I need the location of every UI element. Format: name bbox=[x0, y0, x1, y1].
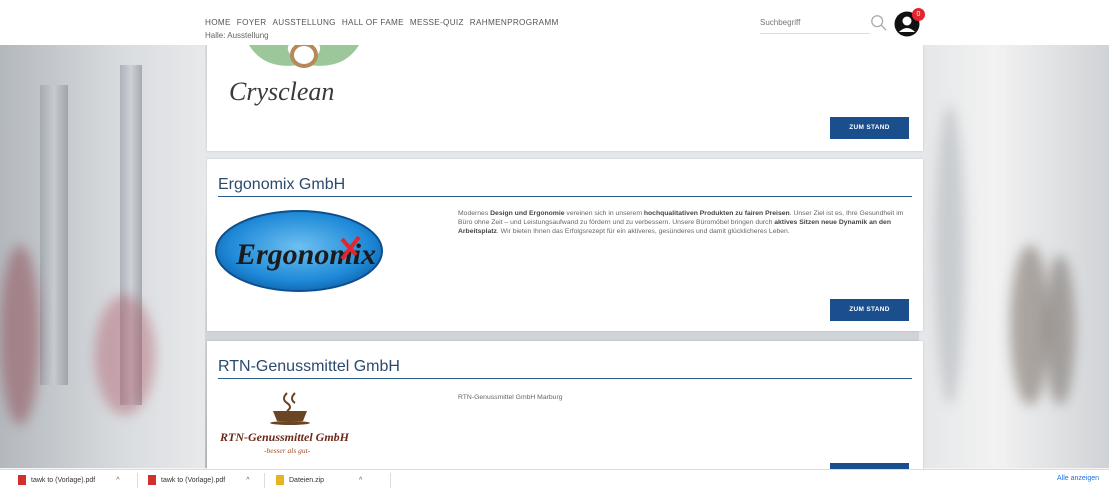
main-nav: HOME FOYER AUSSTELLUNG HALL OF FAME MESS… bbox=[205, 18, 559, 27]
zum-stand-button[interactable]: ZUM STAND bbox=[830, 117, 909, 139]
chevron-up-icon[interactable]: ^ bbox=[359, 477, 362, 484]
crysclean-logo: Crysclean bbox=[229, 45, 359, 106]
download-filename: Dateien.zip bbox=[289, 476, 325, 484]
ergonomix-logo: Ergonomix bbox=[215, 210, 383, 292]
description-highlight: Design und Ergonomie bbox=[490, 210, 565, 217]
nav-rahmenprogramm[interactable]: RAHMENPROGRAMM bbox=[470, 18, 559, 27]
blur-figure bbox=[1010, 245, 1050, 405]
download-filename: tawk to (Vorlage).pdf bbox=[161, 476, 226, 484]
divider bbox=[137, 473, 138, 488]
divider bbox=[264, 473, 265, 488]
description-text: Modernes bbox=[458, 210, 491, 217]
hall-label: Halle: Ausstellung bbox=[205, 31, 269, 40]
title-divider bbox=[218, 378, 912, 379]
exhibitor-description: RTN-Genussmittel GmbH Marburg bbox=[458, 394, 563, 401]
nav-foyer[interactable]: FOYER bbox=[237, 18, 267, 27]
description-highlight: hochqualitativen Produkten zu fairen Pre… bbox=[643, 210, 790, 217]
top-header: HOME FOYER AUSSTELLUNG HALL OF FAME MESS… bbox=[0, 0, 1109, 45]
blur-figure bbox=[0, 245, 40, 425]
exhibitor-description: Modernes Design und Ergonomie vereinen s… bbox=[458, 209, 913, 237]
download-item[interactable]: tawk to (Vorlage).pdf ^ bbox=[18, 475, 120, 485]
download-item[interactable]: Dateien.zip ^ bbox=[276, 475, 362, 485]
chevron-up-icon[interactable]: ^ bbox=[246, 477, 249, 484]
card-title: RTN-Genussmittel GmbH bbox=[218, 358, 400, 375]
crysclean-logo-text: Crysclean bbox=[229, 77, 334, 106]
nav-home[interactable]: HOME bbox=[205, 18, 231, 27]
pdf-file-icon bbox=[18, 475, 26, 485]
rtn-logo-slogan: -besser als gut- bbox=[264, 446, 311, 455]
show-all-downloads-link[interactable]: Alle anzeigen bbox=[1057, 475, 1099, 482]
search-box bbox=[760, 12, 870, 34]
notification-badge: 0 bbox=[912, 8, 925, 21]
blur-pillar bbox=[935, 105, 965, 405]
download-item[interactable]: tawk to (Vorlage).pdf ^ bbox=[148, 475, 250, 485]
chevron-up-icon[interactable]: ^ bbox=[116, 477, 119, 484]
description-text: . Wir bieten Ihnen das Erfolgsrezept für… bbox=[496, 228, 790, 236]
pillar bbox=[40, 85, 68, 385]
exhibitor-card-crysclean: Crysclean ZUM STAND bbox=[207, 45, 923, 151]
description-text: vereinen sich in unserem bbox=[564, 210, 644, 217]
title-divider bbox=[218, 196, 912, 197]
search-icon[interactable] bbox=[870, 14, 888, 32]
download-bar: tawk to (Vorlage).pdf ^ tawk to (Vorlage… bbox=[0, 469, 1109, 490]
zip-file-icon bbox=[276, 475, 284, 485]
search-input[interactable] bbox=[760, 18, 850, 27]
blur-figure bbox=[1045, 255, 1075, 405]
nav-messe-quiz[interactable]: MESSE-QUIZ bbox=[410, 18, 464, 27]
exhibitor-card-rtn: RTN-Genussmittel GmbH RTN-Genussmittel G… bbox=[207, 341, 923, 485]
nav-hall-of-fame[interactable]: HALL OF FAME bbox=[342, 18, 404, 27]
coffee-cup-icon bbox=[270, 392, 310, 425]
card-title: Ergonomix GmbH bbox=[218, 176, 346, 193]
nav-ausstellung[interactable]: AUSSTELLUNG bbox=[272, 18, 335, 27]
exhibitor-card-ergonomix: Ergonomix GmbH Ergonomix Modernes Design… bbox=[207, 159, 923, 331]
zum-stand-button[interactable]: ZUM STAND bbox=[830, 299, 909, 321]
divider bbox=[390, 473, 391, 488]
blur-figure bbox=[95, 295, 155, 415]
pdf-file-icon bbox=[148, 475, 156, 485]
download-filename: tawk to (Vorlage).pdf bbox=[31, 476, 96, 484]
rtn-logo-text: RTN-Genussmittel GmbH bbox=[220, 430, 350, 444]
